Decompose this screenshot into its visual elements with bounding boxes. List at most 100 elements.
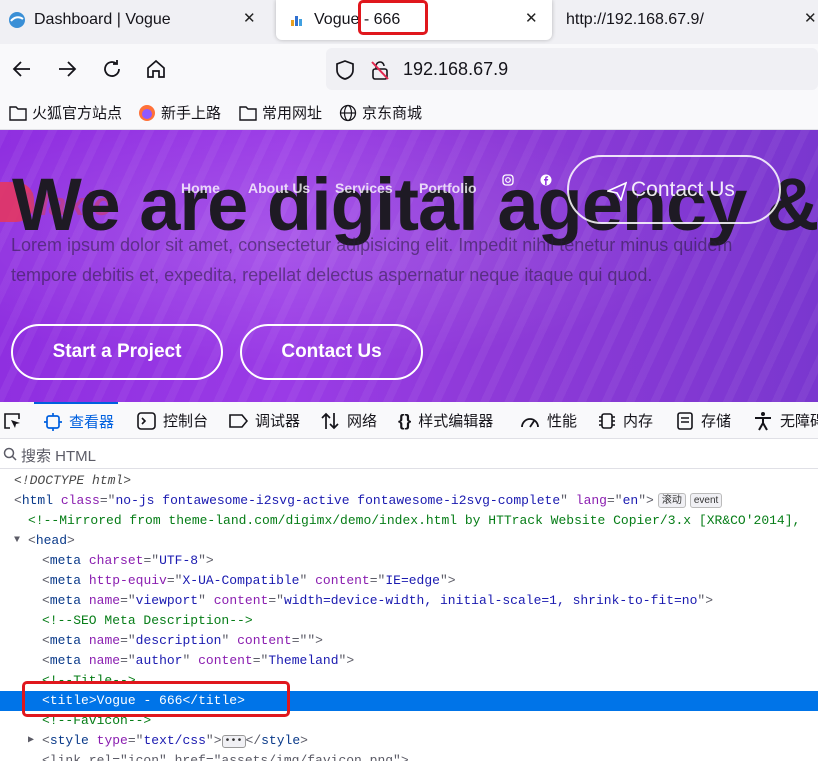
url-text: 192.168.67.9 (403, 59, 509, 79)
markup-view: <!DOCTYPE html> <html class="no-js fonta… (0, 469, 818, 761)
tab-console[interactable]: 控制台 (137, 402, 208, 439)
storage-icon (677, 411, 693, 430)
nav-link-services[interactable]: Services (335, 180, 393, 196)
tab-network[interactable]: 网络 (320, 402, 377, 439)
bookmark-item[interactable]: 常用网址 (239, 102, 322, 123)
bookmark-label: 京东商城 (362, 105, 423, 122)
memory-icon (599, 412, 615, 429)
navigation-bar: 192.168.67.9 (0, 44, 818, 94)
close-tab-icon[interactable]: ✕ (804, 9, 817, 27)
head-tag: head (35, 533, 68, 548)
tab-title: http://192.168.67.9/ (566, 11, 704, 28)
firefox-icon (139, 104, 155, 121)
tab-debugger[interactable]: 调试器 (229, 402, 300, 439)
tab-label: 控制台 (163, 413, 209, 430)
nav-link-home[interactable]: Home (181, 180, 220, 196)
page-viewport: Maxio We are digital agency & Home About… (0, 130, 818, 402)
tab-performance[interactable]: 性能 (520, 402, 577, 439)
event-badge[interactable]: event (689, 493, 723, 508)
console-icon (137, 411, 156, 430)
tab-dashboard[interactable]: Dashboard | Vogue ✕ (0, 0, 272, 40)
forward-icon[interactable] (55, 57, 79, 81)
bookmark-item[interactable]: 京东商城 (339, 102, 422, 123)
collapsed-triangle-icon[interactable]: ▶ (28, 731, 34, 751)
nav-link-about[interactable]: About Us (248, 180, 310, 196)
close-tab-icon[interactable]: ✕ (243, 9, 256, 27)
attr-value: UTF-8 (159, 553, 199, 568)
element-picker-icon[interactable] (2, 402, 29, 439)
insecure-lock-icon[interactable] (369, 59, 391, 81)
contact-us-button[interactable]: Contact Us (240, 324, 423, 380)
comment-text: <!--Mirrored from theme-land.com/digimx/… (28, 513, 801, 528)
attr-value: Themeland (268, 653, 339, 668)
back-icon[interactable] (10, 57, 34, 81)
tab-inspector[interactable]: 查看器 (34, 402, 119, 439)
expand-triangle-icon[interactable]: ▼ (14, 531, 20, 551)
attr-value: viewport (135, 593, 199, 608)
ellipsis-button[interactable]: ••• (221, 735, 246, 748)
attr-value: author (135, 653, 183, 668)
node-meta-http-equiv[interactable]: <meta http-equiv="X-UA-Compatible" conte… (0, 571, 818, 591)
tab-label: 内存 (623, 413, 654, 430)
tab-storage[interactable]: 存储 (676, 402, 731, 439)
node-meta-description[interactable]: <meta name="description" content=""> (0, 631, 818, 651)
debugger-icon (229, 413, 248, 428)
node-meta-charset[interactable]: <meta charset="UTF-8"> (0, 551, 818, 571)
bookmark-label: 火狐官方站点 (32, 105, 123, 122)
scroll-badge[interactable]: 滚动 (657, 493, 686, 508)
shield-icon[interactable] (334, 59, 356, 81)
performance-icon (521, 417, 539, 427)
tab-memory[interactable]: 内存 (598, 402, 653, 439)
bookmark-label: 新手上路 (161, 105, 222, 122)
reload-icon[interactable] (100, 57, 124, 81)
contact-us-header-button[interactable]: Contact Us (567, 155, 781, 224)
node-comment-seo[interactable]: <!--SEO Meta Description--> (0, 611, 818, 631)
tab-label: 样式编辑器 (418, 413, 494, 430)
bookmark-item[interactable]: 火狐官方站点 (9, 102, 122, 123)
tab-label: 无障碍 (780, 413, 818, 430)
link-text: <link rel="icon" href="assets/img/favico… (42, 753, 409, 761)
node-comment-mirror[interactable]: <!--Mirrored from theme-land.com/digimx/… (0, 511, 818, 531)
network-icon (321, 412, 339, 429)
hero-description: Lorem ipsum dolor sit amet, consectetur … (11, 230, 818, 290)
home-icon[interactable] (144, 57, 168, 81)
inspector-icon (44, 412, 62, 431)
annotation-box-tab-title (358, 0, 428, 35)
node-doctype[interactable]: <!DOCTYPE html> (0, 471, 818, 491)
node-html[interactable]: <html class="no-js fontawesome-i2svg-act… (0, 491, 818, 511)
close-tab-icon[interactable]: ✕ (525, 9, 538, 27)
node-meta-viewport[interactable]: <meta name="viewport" content="width=dev… (0, 591, 818, 611)
nav-link-portfolio[interactable]: Portfolio (419, 180, 477, 196)
node-link-icon[interactable]: <link rel="icon" href="assets/img/favico… (0, 751, 818, 761)
folder-icon (9, 105, 27, 121)
tab-ip[interactable]: http://192.168.67.9/ ✕ (556, 0, 818, 40)
html-search-bar[interactable]: 搜索 HTML (0, 439, 818, 469)
doctype-text: <!DOCTYPE html> (14, 473, 132, 488)
attr-value: X-UA-Compatible (182, 573, 300, 588)
annotation-box-title-node (22, 681, 290, 717)
braces-icon: {} (398, 410, 412, 430)
node-head[interactable]: ▼ <head> (0, 531, 818, 551)
facebook-icon[interactable] (540, 174, 552, 186)
tab-accessibility[interactable]: 无障碍 (753, 402, 818, 439)
search-icon (3, 447, 17, 461)
contact-us-label: Contact Us (631, 177, 735, 201)
tab-label: 网络 (347, 413, 378, 430)
node-meta-author[interactable]: <meta name="author" content="Themeland"> (0, 651, 818, 671)
attr-value: text/css (143, 733, 206, 748)
tab-style-editor[interactable]: {} 样式编辑器 (398, 402, 493, 439)
hero-description-line: Lorem ipsum dolor sit amet, consectetur … (11, 235, 733, 255)
tab-title: Dashboard | Vogue (34, 11, 171, 28)
html-lang-value: en (622, 493, 639, 508)
start-project-button[interactable]: Start a Project (11, 324, 223, 380)
tab-label: 存储 (701, 413, 732, 430)
browser-window: Dashboard | Vogue ✕ Vogue - 666 ✕ http:/… (0, 0, 818, 761)
globe-icon (9, 12, 25, 28)
comment-text: <!--SEO Meta Description--> (42, 613, 253, 628)
bookmark-item[interactable]: 新手上路 (138, 102, 221, 123)
url-bar[interactable]: 192.168.67.9 (326, 48, 818, 90)
tab-label: 调试器 (255, 413, 301, 430)
node-style[interactable]: ▶ <style type="text/css"> ••• </style> (0, 731, 818, 751)
instagram-icon[interactable] (502, 174, 514, 186)
accessibility-icon (755, 411, 771, 430)
